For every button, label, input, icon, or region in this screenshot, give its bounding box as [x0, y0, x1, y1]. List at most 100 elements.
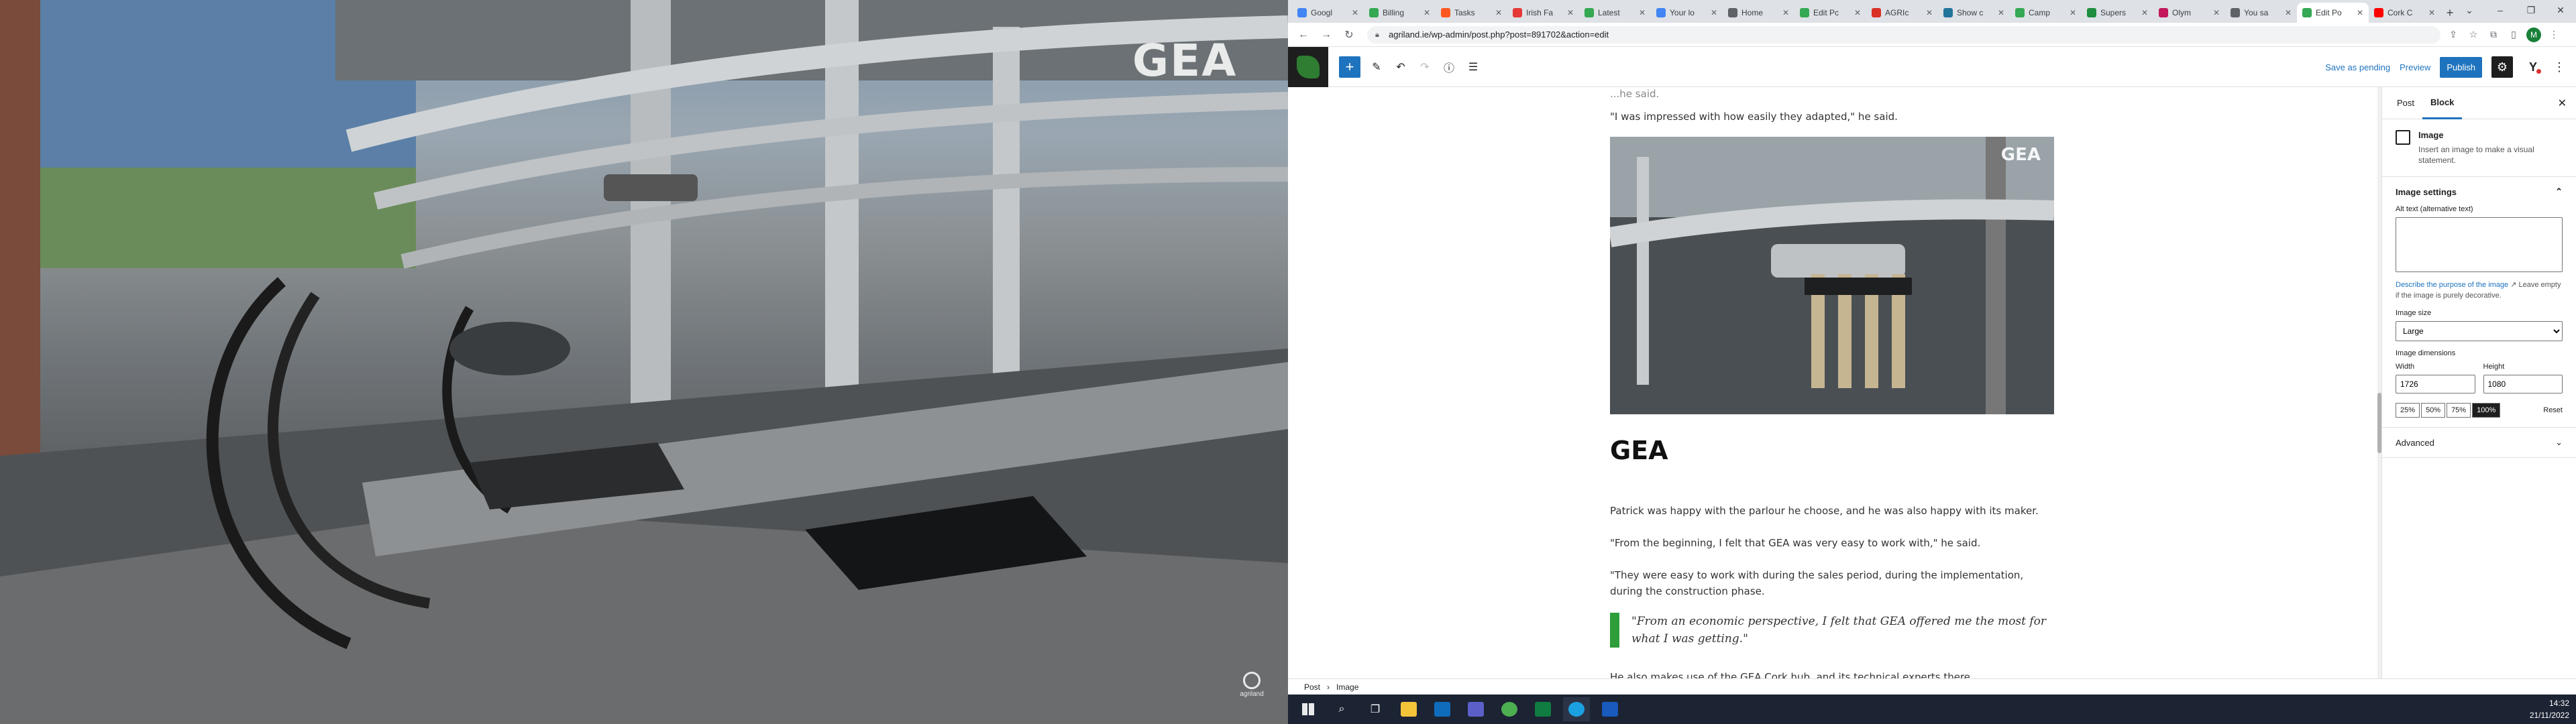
browser-tab[interactable]: AGRIc ✕	[1866, 3, 1938, 23]
tab-close-icon[interactable]: ✕	[2285, 8, 2292, 17]
browser-tab[interactable]: Edit Pc ✕	[1794, 3, 1866, 23]
reset-button[interactable]: Reset	[2543, 406, 2563, 414]
site-logo[interactable]	[1288, 46, 1328, 87]
paragraph-partial-top[interactable]: ...he said.	[1610, 87, 2066, 102]
paragraph-impressed[interactable]: "I was impressed with how easily they ad…	[1610, 109, 2066, 125]
tab-search-button[interactable]: ⌄	[2454, 0, 2485, 20]
yoast-seo-button[interactable]: Y	[2522, 56, 2544, 78]
minimize-button[interactable]: –	[2485, 0, 2516, 20]
breadcrumb-image[interactable]: Image	[1336, 682, 1358, 692]
close-sidebar-icon[interactable]: ✕	[2558, 97, 2567, 110]
lock-icon[interactable]: 🔒︎	[1375, 31, 1383, 39]
height-input[interactable]	[2483, 375, 2563, 394]
tab-close-icon[interactable]: ✕	[2213, 8, 2220, 17]
address-bar[interactable]: 🔒︎ agriland.ie/wp-admin/post.php?post=89…	[1367, 25, 2440, 44]
undo-icon[interactable]: ↶	[1393, 59, 1409, 75]
tab-close-icon[interactable]: ✕	[2428, 8, 2435, 17]
scale-25-button[interactable]: 25%	[2396, 403, 2420, 418]
chrome-icon[interactable]	[1496, 697, 1523, 721]
browser-tab[interactable]: Irish Fa ✕	[1507, 3, 1579, 23]
tab-post[interactable]: Post	[2389, 87, 2422, 119]
close-window-button[interactable]: ✕	[2545, 0, 2576, 20]
browser-tab[interactable]: Home ✕	[1723, 3, 1794, 23]
tab-close-icon[interactable]: ✕	[1424, 8, 1430, 17]
describe-purpose-link[interactable]: Describe the purpose of the image	[2396, 281, 2508, 289]
extensions-icon[interactable]: ⧉	[2486, 27, 2501, 42]
pull-quote[interactable]: "From an economic perspective, I felt th…	[1610, 613, 2058, 648]
word-icon[interactable]	[1597, 697, 1623, 721]
heading-gea[interactable]: GEA	[1610, 436, 1668, 465]
tab-close-icon[interactable]: ✕	[2357, 8, 2363, 17]
list-view-icon[interactable]: ☰	[1465, 59, 1481, 75]
details-info-icon[interactable]: ⓘ	[1441, 59, 1457, 75]
search-icon[interactable]: ⌕	[1328, 697, 1355, 721]
tab-close-icon[interactable]: ✕	[1782, 8, 1789, 17]
image-size-select[interactable]: Large	[2396, 321, 2563, 341]
back-icon[interactable]: ←	[1295, 26, 1312, 44]
image-settings-toggle[interactable]: Image settings ⌃	[2396, 186, 2563, 197]
browser-tab[interactable]: Tasks ✕	[1436, 3, 1507, 23]
publish-button[interactable]: Publish	[2440, 56, 2482, 78]
maximize-button[interactable]: ❐	[2516, 0, 2546, 20]
tab-close-icon[interactable]: ✕	[1926, 8, 1933, 17]
width-input[interactable]	[2396, 375, 2475, 394]
save-as-pending-button[interactable]: Save as pending	[2325, 62, 2390, 72]
reload-icon[interactable]: ↻	[1340, 26, 1358, 44]
tab-close-icon[interactable]: ✕	[1998, 8, 2004, 17]
bookmark-star-icon[interactable]: ☆	[2466, 27, 2481, 42]
task-view-icon[interactable]: ❐	[1362, 697, 1389, 721]
share-icon[interactable]: ⇪	[2446, 27, 2461, 42]
browser-tab[interactable]: Cork C ✕	[2369, 3, 2440, 23]
tab-close-icon[interactable]: ✕	[1352, 8, 1358, 17]
outlook-icon[interactable]	[1429, 697, 1456, 721]
side-panel-icon[interactable]: ▯	[2506, 27, 2521, 42]
browser-tab[interactable]: Show c ✕	[1938, 3, 2010, 23]
scale-100-button[interactable]: 100%	[2472, 403, 2501, 418]
browser-tab[interactable]: Edit Po ✕	[2297, 3, 2369, 23]
settings-gear-icon[interactable]: ⚙	[2491, 56, 2513, 78]
browser-tab[interactable]: Camp ✕	[2010, 3, 2082, 23]
start-windows-icon[interactable]	[1295, 697, 1322, 721]
browser-tab[interactable]: Your lo ✕	[1651, 3, 1723, 23]
forward-icon[interactable]: →	[1318, 26, 1335, 44]
browser-tab[interactable]: You sa ✕	[2225, 3, 2297, 23]
browser-tab[interactable]: Googl ✕	[1292, 3, 1364, 23]
block-breadcrumb: Post › Image	[1288, 678, 2576, 695]
paragraph-1[interactable]: Patrick was happy with the parlour he ch…	[1610, 503, 2066, 519]
browser-tab[interactable]: Supers ✕	[2082, 3, 2153, 23]
breadcrumb-post[interactable]: Post	[1304, 682, 1320, 692]
tab-close-icon[interactable]: ✕	[1639, 8, 1646, 17]
browser-menu-icon[interactable]: ⋮	[2546, 27, 2561, 42]
paragraph-3[interactable]: "They were easy to work with during the …	[1610, 567, 2053, 599]
tab-block[interactable]: Block	[2422, 87, 2463, 119]
excel-icon[interactable]	[1529, 697, 1556, 721]
options-menu-icon[interactable]: ⋮	[2553, 60, 2565, 74]
file-explorer-icon[interactable]	[1395, 697, 1422, 721]
advanced-toggle[interactable]: Advanced ⌄	[2396, 437, 2563, 448]
scale-50-button[interactable]: 50%	[2421, 403, 2446, 418]
profile-avatar[interactable]: M	[2526, 27, 2541, 42]
tab-close-icon[interactable]: ✕	[1854, 8, 1861, 17]
tab-close-icon[interactable]: ✕	[2141, 8, 2148, 17]
preview-button[interactable]: Preview	[2400, 62, 2430, 72]
edge-icon[interactable]	[1563, 697, 1590, 721]
url-text: agriland.ie/wp-admin/post.php?post=89170…	[1389, 29, 1609, 40]
browser-tab[interactable]: Olym ✕	[2153, 3, 2225, 23]
tab-favicon-icon	[2374, 8, 2383, 17]
paragraph-2[interactable]: "From the beginning, I felt that GEA was…	[1610, 535, 2066, 551]
paragraph-partial-bottom[interactable]: He also makes use of the GEA Cork hub, a…	[1610, 669, 2080, 678]
edit-pencil-icon[interactable]: ✎	[1368, 59, 1385, 75]
scale-75-button[interactable]: 75%	[2447, 403, 2471, 418]
block-inserter-button[interactable]: +	[1339, 56, 1360, 78]
tab-close-icon[interactable]: ✕	[1495, 8, 1502, 17]
browser-tab[interactable]: Latest ✕	[1579, 3, 1651, 23]
alt-text-input[interactable]	[2396, 217, 2563, 272]
tab-close-icon[interactable]: ✕	[1711, 8, 1717, 17]
tab-close-icon[interactable]: ✕	[1567, 8, 1574, 17]
tab-close-icon[interactable]: ✕	[2070, 8, 2076, 17]
redo-icon[interactable]: ↷	[1417, 59, 1433, 75]
teams-icon[interactable]	[1462, 697, 1489, 721]
system-clock[interactable]: 14:32 21/11/2022	[2530, 697, 2569, 721]
browser-tab[interactable]: Billing ✕	[1364, 3, 1436, 23]
image-block[interactable]: GEA	[1610, 137, 2054, 414]
